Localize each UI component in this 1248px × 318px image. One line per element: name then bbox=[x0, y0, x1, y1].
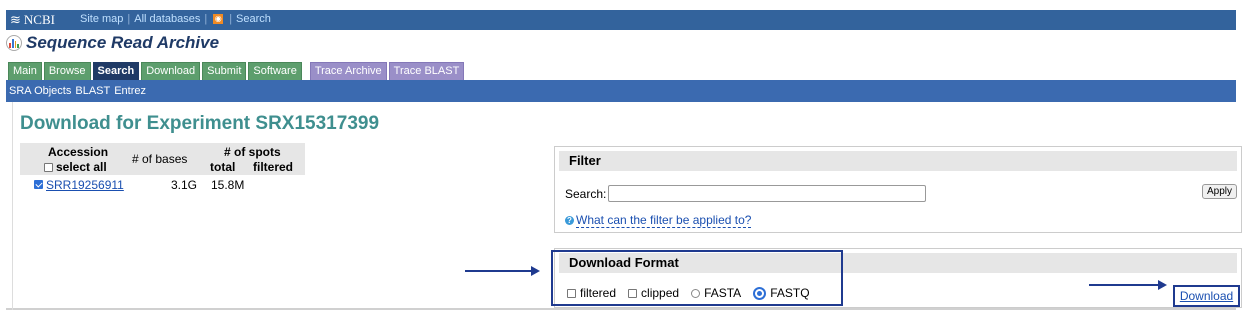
download-arrow bbox=[1089, 280, 1167, 290]
tab-trace-blast[interactable]: Trace BLAST bbox=[388, 62, 465, 80]
option-fasta[interactable]: FASTA bbox=[691, 286, 741, 300]
subnav-blast[interactable]: BLAST bbox=[75, 85, 110, 97]
run-table: Accession select all # of bases # of spo… bbox=[20, 143, 305, 193]
select-all[interactable]: select all bbox=[44, 160, 107, 174]
topbar-links: Site map | All databases | ◉ | Search bbox=[80, 13, 271, 25]
tab-download[interactable]: Download bbox=[141, 62, 201, 80]
filter-search-input[interactable] bbox=[608, 185, 927, 202]
filter-header: Filter bbox=[559, 151, 1237, 171]
left-divider bbox=[12, 102, 13, 310]
apply-button[interactable]: Apply bbox=[1201, 184, 1237, 199]
separator: | bbox=[127, 13, 131, 25]
page-title: Download for Experiment SRX15317399 bbox=[20, 113, 380, 134]
clipped-checkbox[interactable] bbox=[628, 288, 638, 298]
rss-icon[interactable]: ◉ bbox=[213, 14, 224, 24]
help-icon: ? bbox=[565, 216, 574, 225]
download-format-panel: Download Format filtered clipped FASTA F… bbox=[554, 248, 1242, 308]
filtered-label: filtered bbox=[580, 286, 617, 300]
subnav-sra-objects[interactable]: SRA Objects bbox=[9, 85, 71, 97]
main-tabs: Main Browse Search Download Submit Softw… bbox=[8, 62, 465, 80]
sub-navigation: SRA Objects BLAST Entrez bbox=[6, 80, 1236, 102]
tab-trace-archive[interactable]: Trace Archive bbox=[309, 62, 387, 80]
tab-search[interactable]: Search bbox=[92, 62, 140, 80]
ncbi-wave-icon: ≋ bbox=[10, 12, 21, 27]
format-arrow bbox=[465, 266, 540, 276]
tab-software[interactable]: Software bbox=[248, 62, 302, 80]
col-spots: # of spots bbox=[224, 145, 281, 159]
ncbi-topbar: ≋ NCBI Site map | All databases | ◉ | Se… bbox=[6, 10, 1236, 30]
row-checkbox[interactable] bbox=[34, 180, 43, 189]
tab-submit[interactable]: Submit bbox=[202, 62, 247, 80]
option-clipped[interactable]: clipped bbox=[628, 286, 679, 300]
fasta-label: FASTA bbox=[704, 286, 742, 300]
search-label: Search: bbox=[565, 186, 607, 201]
fastq-label: FASTQ bbox=[770, 286, 810, 300]
filter-help-text: What can the filter be applied to? bbox=[576, 213, 752, 228]
page-frame: ≋ NCBI Site map | All databases | ◉ | Se… bbox=[6, 10, 1242, 310]
spots-total-value: 15.8M bbox=[211, 178, 245, 192]
separator: | bbox=[229, 13, 233, 25]
tab-browse[interactable]: Browse bbox=[43, 62, 91, 80]
clipped-label: clipped bbox=[641, 286, 680, 300]
col-filtered: filtered bbox=[253, 160, 294, 174]
filter-search-row: Search: bbox=[565, 185, 927, 202]
select-all-label: select all bbox=[56, 160, 107, 174]
site-map-link[interactable]: Site map bbox=[80, 13, 123, 25]
option-filtered[interactable]: filtered bbox=[567, 286, 616, 300]
accession-link[interactable]: SRR19256911 bbox=[46, 178, 124, 192]
all-databases-link[interactable]: All databases bbox=[134, 13, 200, 25]
separator: | bbox=[204, 13, 208, 25]
col-accession: Accession bbox=[48, 145, 109, 159]
fastq-radio[interactable] bbox=[753, 286, 767, 300]
format-options: filtered clipped FASTA FASTQ bbox=[567, 286, 822, 300]
app-titlebar: Sequence Read Archive bbox=[6, 32, 219, 54]
table-row: SRR19256911 3.1G 15.8M bbox=[20, 177, 305, 193]
option-fastq[interactable]: FASTQ bbox=[753, 286, 810, 300]
subnav-entrez[interactable]: Entrez bbox=[114, 85, 146, 97]
bases-value: 3.1G bbox=[171, 178, 198, 192]
table-header: Accession select all # of bases # of spo… bbox=[20, 143, 305, 175]
search-link[interactable]: Search bbox=[236, 13, 271, 25]
filter-panel: Filter Search: Apply ? What can the filt… bbox=[554, 146, 1242, 233]
col-bases: # of bases bbox=[132, 152, 188, 166]
select-all-checkbox[interactable] bbox=[44, 162, 53, 172]
filtered-checkbox[interactable] bbox=[567, 288, 576, 298]
app-title[interactable]: Sequence Read Archive bbox=[26, 33, 219, 53]
sra-logo-icon bbox=[6, 35, 22, 51]
ncbi-logo[interactable]: ≋ NCBI bbox=[10, 12, 55, 28]
col-total: total bbox=[210, 160, 236, 174]
fasta-radio[interactable] bbox=[691, 288, 701, 298]
tab-main[interactable]: Main bbox=[8, 62, 42, 80]
filter-help-link[interactable]: ? What can the filter be applied to? bbox=[565, 213, 752, 228]
download-format-header: Download Format bbox=[559, 253, 1237, 273]
download-link[interactable]: Download bbox=[1173, 285, 1240, 307]
